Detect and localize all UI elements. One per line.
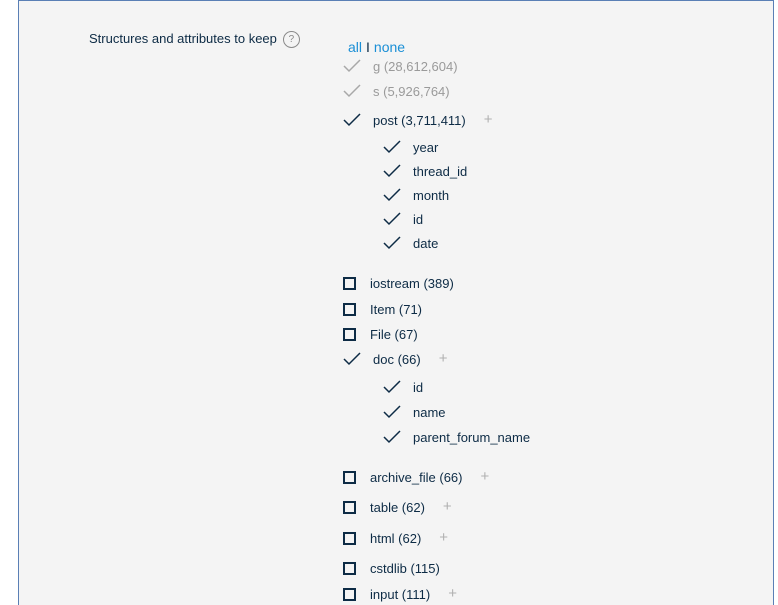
checkmark-icon[interactable] [383, 188, 401, 202]
attribute-item[interactable]: id [383, 209, 423, 229]
checkmark-icon[interactable] [383, 430, 401, 444]
expand-plus-icon[interactable]: + [439, 351, 448, 366]
expand-plus-icon[interactable]: + [448, 586, 457, 601]
attribute-item[interactable]: month [383, 185, 449, 205]
structure-item[interactable]: post (3,711,411) + [343, 110, 493, 130]
expand-plus-icon[interactable]: + [481, 469, 490, 484]
item-label: doc (66) [373, 351, 421, 367]
attribute-item[interactable]: id [383, 377, 423, 397]
settings-panel: Structures and attributes to keep? all In… [18, 0, 774, 605]
item-label: table (62) [370, 499, 425, 515]
checkmark-icon[interactable] [343, 59, 361, 73]
checkmark-icon[interactable] [383, 212, 401, 226]
checkmark-icon[interactable] [383, 140, 401, 154]
expand-plus-icon[interactable]: + [439, 530, 448, 545]
checkmark-icon[interactable] [383, 405, 401, 419]
expand-plus-icon[interactable]: + [443, 499, 452, 514]
item-label: g (28,612,604) [373, 58, 458, 74]
item-label: month [413, 187, 450, 203]
item-label: thread_id [413, 163, 468, 179]
select-links: all Inone [348, 39, 405, 55]
item-label: iostream (389) [370, 275, 454, 291]
checkbox[interactable] [343, 327, 356, 341]
checkbox[interactable] [343, 531, 356, 545]
structure-item[interactable]: iostream (389) [343, 273, 454, 293]
structures-label-text: Structures and attributes to keep [89, 31, 277, 46]
structure-item[interactable]: Item (71) [343, 299, 422, 319]
help-icon[interactable]: ? [282, 31, 300, 48]
expand-plus-icon[interactable]: + [484, 112, 493, 127]
item-label: html (62) [370, 530, 422, 546]
checkbox[interactable] [343, 587, 356, 601]
attribute-item[interactable]: year [383, 137, 438, 157]
item-label: id [413, 379, 424, 395]
checkmark-icon[interactable] [383, 236, 401, 250]
item-label: date [413, 235, 439, 251]
structure-item[interactable]: cstdlib (115) [343, 558, 440, 578]
item-label: s (5,926,764) [373, 83, 450, 99]
item-label: archive_file (66) [370, 469, 463, 485]
checkbox[interactable] [343, 500, 356, 514]
checkmark-icon[interactable] [383, 380, 401, 394]
structure-item[interactable]: doc (66) + [343, 349, 447, 369]
item-label: File (67) [370, 326, 418, 342]
attribute-item[interactable]: thread_id [383, 161, 467, 181]
link-separator: I [366, 39, 370, 55]
structure-item[interactable]: File (67) [343, 324, 418, 344]
checkbox[interactable] [343, 561, 356, 575]
select-all-link[interactable]: all [348, 39, 362, 55]
item-label: year [413, 139, 439, 155]
item-label: name [413, 404, 446, 420]
structure-item[interactable]: html (62) + [343, 528, 448, 548]
structure-item[interactable]: input (111) + [343, 584, 457, 604]
select-none-link[interactable]: none [374, 39, 405, 55]
attribute-item[interactable]: parent_forum_name [383, 427, 530, 447]
structure-item[interactable]: g (28,612,604) [343, 56, 458, 76]
checkbox[interactable] [343, 470, 356, 484]
checkmark-icon[interactable] [383, 164, 401, 178]
item-label: Item (71) [370, 301, 423, 317]
item-label: input (111) [370, 586, 431, 602]
structure-item[interactable]: s (5,926,764) [343, 81, 450, 101]
checkbox[interactable] [343, 302, 356, 316]
item-label: cstdlib (115) [370, 560, 440, 576]
item-label: post (3,711,411) [373, 112, 466, 128]
structure-item[interactable]: table (62) + [343, 497, 452, 517]
structures-label: Structures and attributes to keep? [89, 31, 300, 48]
checkmark-icon[interactable] [343, 84, 361, 98]
attribute-item[interactable]: name [383, 402, 446, 422]
item-label: parent_forum_name [413, 429, 531, 445]
structure-item[interactable]: archive_file (66) + [343, 467, 489, 487]
checkmark-icon[interactable] [343, 113, 361, 127]
checkmark-icon[interactable] [343, 352, 361, 366]
checkbox[interactable] [343, 276, 356, 290]
item-label: id [413, 211, 424, 227]
attribute-item[interactable]: date [383, 233, 438, 253]
